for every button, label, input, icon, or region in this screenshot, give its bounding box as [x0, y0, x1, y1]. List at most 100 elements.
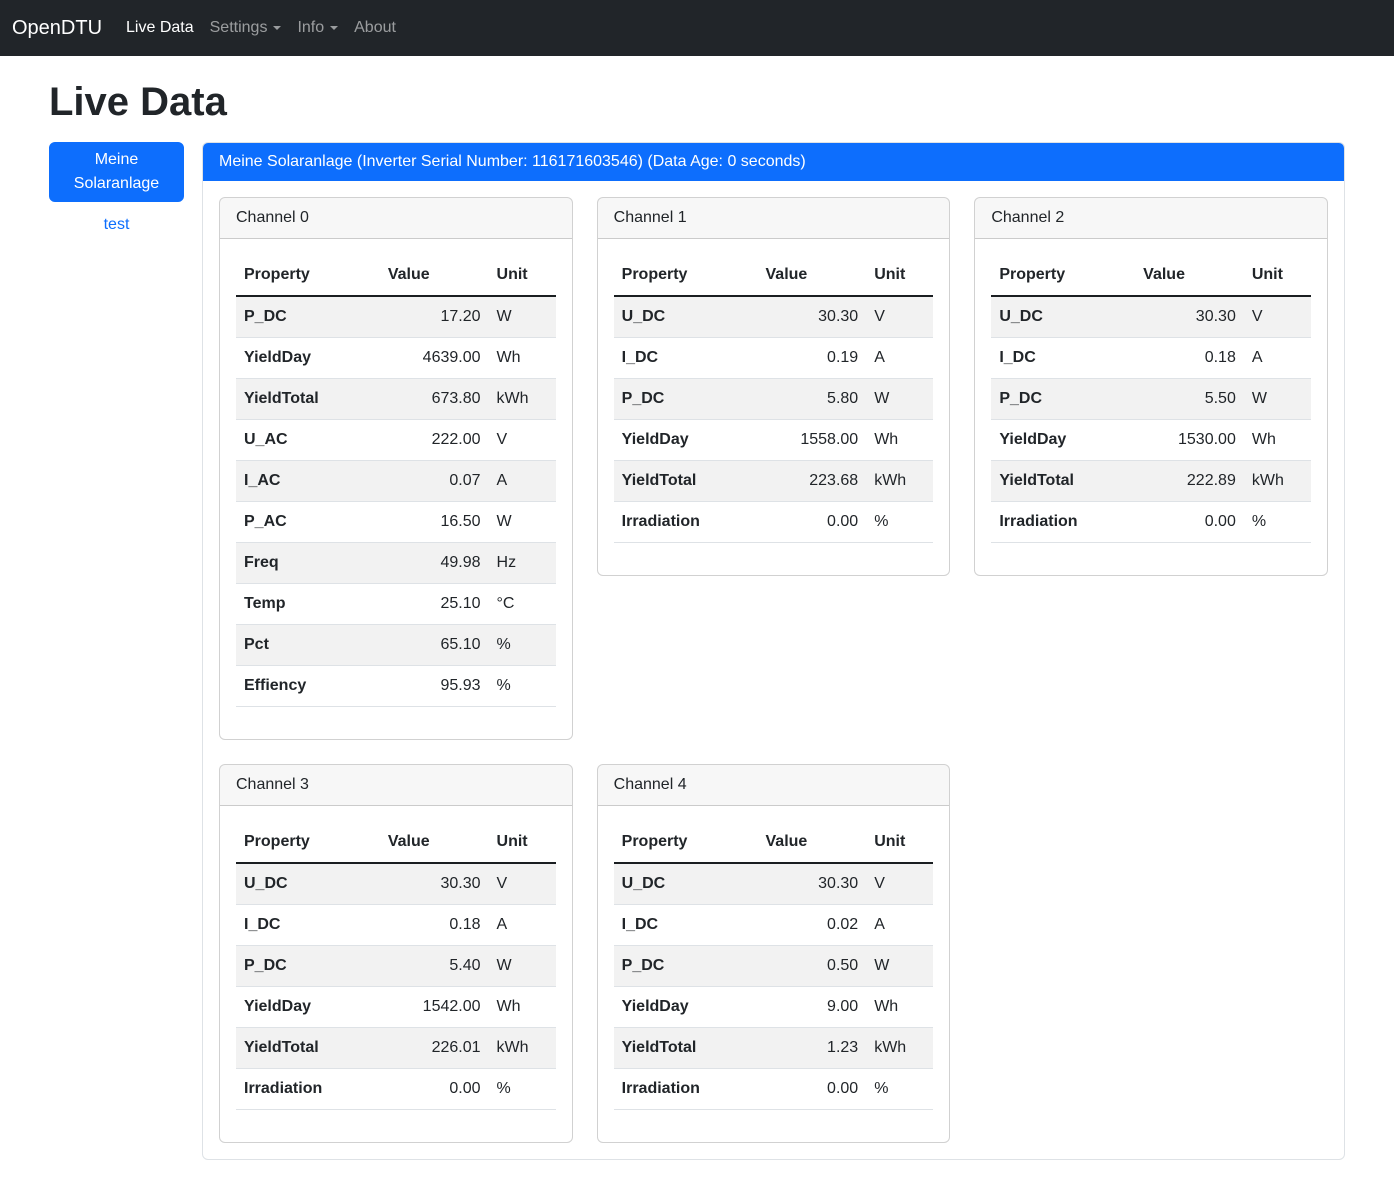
property-cell: Temp — [236, 584, 380, 625]
value-cell: 1.23 — [758, 1028, 867, 1069]
value-cell: 30.30 — [380, 863, 489, 905]
channel-card: Channel 4 Property Value Unit U_DC 30.30… — [597, 764, 951, 1143]
value-cell: 0.00 — [1135, 502, 1244, 543]
unit-cell: % — [1244, 502, 1311, 543]
table-row: YieldTotal 226.01 kWh — [236, 1028, 556, 1069]
unit-cell: V — [489, 420, 556, 461]
table-row: P_DC 5.80 W — [614, 379, 934, 420]
channel-title: Channel 2 — [975, 198, 1327, 239]
nav-item-label: Info — [297, 19, 324, 37]
value-cell: 65.10 — [380, 625, 489, 666]
unit-cell: W — [489, 946, 556, 987]
value-cell: 5.80 — [758, 379, 867, 420]
top-navbar: OpenDTU Live Data Settings Info About — [0, 0, 1394, 56]
nav-item-settings[interactable]: Settings — [202, 11, 290, 45]
column-header-property: Property — [236, 822, 380, 863]
unit-cell: Hz — [489, 543, 556, 584]
channel-title: Channel 4 — [598, 765, 950, 806]
channel-table: Property Value Unit P_DC 17.20 W YieldDa… — [236, 255, 556, 707]
channel-table: Property Value Unit U_DC 30.30 V I_DC 0.… — [614, 822, 934, 1110]
unit-cell: kWh — [866, 1028, 933, 1069]
value-cell: 0.07 — [380, 461, 489, 502]
property-cell: Pct — [236, 625, 380, 666]
property-cell: Irradiation — [236, 1069, 380, 1110]
table-row: YieldTotal 1.23 kWh — [614, 1028, 934, 1069]
unit-cell: Wh — [1244, 420, 1311, 461]
unit-cell: W — [489, 502, 556, 543]
property-cell: YieldTotal — [236, 379, 380, 420]
nav-item-about[interactable]: About — [346, 11, 404, 45]
column-header-value: Value — [380, 822, 489, 863]
column-header-value: Value — [1135, 255, 1244, 296]
nav-item-info[interactable]: Info — [289, 11, 346, 45]
column-header-unit: Unit — [1244, 255, 1311, 296]
property-cell: P_DC — [236, 296, 380, 338]
column-header-unit: Unit — [489, 255, 556, 296]
table-row: YieldTotal 223.68 kWh — [614, 461, 934, 502]
channel-card: Channel 1 Property Value Unit U_DC 30.30… — [597, 197, 951, 576]
inverter-link-test[interactable]: test — [49, 216, 184, 234]
property-cell: YieldDay — [991, 420, 1135, 461]
property-cell: YieldTotal — [991, 461, 1135, 502]
table-row: P_DC 5.40 W — [236, 946, 556, 987]
value-cell: 226.01 — [380, 1028, 489, 1069]
unit-cell: A — [866, 905, 933, 946]
channel-body: Property Value Unit P_DC 17.20 W YieldDa… — [220, 239, 572, 739]
table-row: Effiency 95.93 % — [236, 666, 556, 707]
table-row: P_AC 16.50 W — [236, 502, 556, 543]
unit-cell: W — [489, 296, 556, 338]
column-header-unit: Unit — [866, 822, 933, 863]
value-cell: 30.30 — [1135, 296, 1244, 338]
unit-cell: Wh — [866, 420, 933, 461]
table-row: YieldTotal 222.89 kWh — [991, 461, 1311, 502]
brand-logo[interactable]: OpenDTU — [12, 17, 102, 40]
property-cell: U_DC — [614, 863, 758, 905]
table-row: Irradiation 0.00 % — [236, 1069, 556, 1110]
value-cell: 9.00 — [758, 987, 867, 1028]
table-row: YieldTotal 673.80 kWh — [236, 379, 556, 420]
inverter-panel: Meine Solaranlage (Inverter Serial Numbe… — [202, 142, 1345, 1160]
value-cell: 0.02 — [758, 905, 867, 946]
table-row: I_DC 0.18 A — [991, 338, 1311, 379]
unit-cell: A — [1244, 338, 1311, 379]
unit-cell: kWh — [489, 379, 556, 420]
value-cell: 5.40 — [380, 946, 489, 987]
unit-cell: V — [489, 863, 556, 905]
nav-item-live-data[interactable]: Live Data — [118, 11, 202, 45]
property-cell: I_DC — [614, 338, 758, 379]
table-header-row: Property Value Unit — [236, 255, 556, 296]
table-row: P_DC 0.50 W — [614, 946, 934, 987]
table-row: P_DC 17.20 W — [236, 296, 556, 338]
channel-body: Property Value Unit U_DC 30.30 V I_DC 0.… — [220, 806, 572, 1142]
table-row: YieldDay 1530.00 Wh — [991, 420, 1311, 461]
column-header-property: Property — [614, 822, 758, 863]
unit-cell: % — [866, 502, 933, 543]
unit-cell: A — [489, 461, 556, 502]
channel-table: Property Value Unit U_DC 30.30 V I_DC 0.… — [614, 255, 934, 543]
table-row: YieldDay 1558.00 Wh — [614, 420, 934, 461]
table-header-row: Property Value Unit — [991, 255, 1311, 296]
property-cell: I_DC — [614, 905, 758, 946]
property-cell: P_DC — [991, 379, 1135, 420]
channel-table: Property Value Unit U_DC 30.30 V I_DC 0.… — [236, 822, 556, 1110]
channel-title: Channel 0 — [220, 198, 572, 239]
channel-card: Channel 2 Property Value Unit U_DC 30.30… — [974, 197, 1328, 576]
property-cell: I_AC — [236, 461, 380, 502]
table-row: U_DC 30.30 V — [614, 296, 934, 338]
channel-title: Channel 1 — [598, 198, 950, 239]
caret-down-icon — [273, 26, 281, 30]
page-content: Live Data Meine Solaranlage test Meine S… — [0, 56, 1394, 1200]
table-row: YieldDay 4639.00 Wh — [236, 338, 556, 379]
inverter-button-meine-solaranlage[interactable]: Meine Solaranlage — [49, 142, 184, 202]
value-cell: 673.80 — [380, 379, 489, 420]
channel-title: Channel 3 — [220, 765, 572, 806]
channel-card: Channel 3 Property Value Unit U_DC 30.30… — [219, 764, 573, 1143]
value-cell: 0.00 — [758, 502, 867, 543]
value-cell: 222.00 — [380, 420, 489, 461]
value-cell: 25.10 — [380, 584, 489, 625]
property-cell: P_DC — [614, 379, 758, 420]
property-cell: YieldDay — [614, 420, 758, 461]
column-header-property: Property — [614, 255, 758, 296]
property-cell: YieldDay — [236, 338, 380, 379]
unit-cell: A — [866, 338, 933, 379]
